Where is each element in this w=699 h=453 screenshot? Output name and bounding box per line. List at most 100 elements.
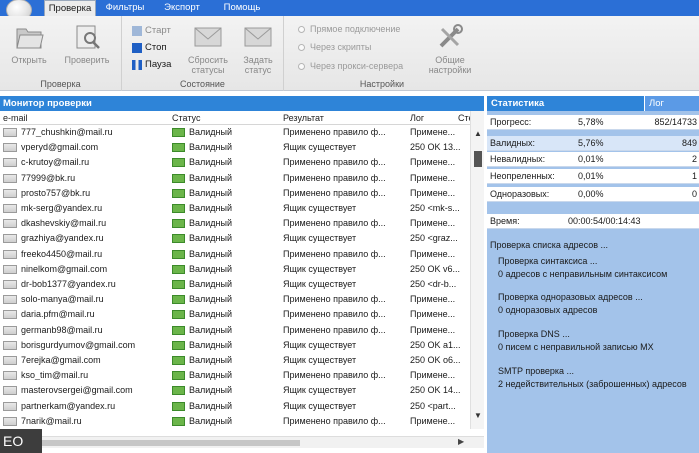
- open-button[interactable]: Открыть: [4, 20, 54, 76]
- stat-value: 0: [691, 189, 697, 199]
- tab-check[interactable]: Проверка: [44, 0, 96, 17]
- table-row[interactable]: kso_tim@mail.ru Валидный Применено правило…: [0, 368, 470, 383]
- cell-status: Валидный: [189, 279, 233, 289]
- mail-icon: [3, 280, 17, 289]
- tab-log[interactable]: Лог: [645, 96, 699, 111]
- valid-status-icon: [172, 249, 185, 259]
- tab-export[interactable]: Экспорт: [153, 0, 211, 16]
- radio-direct-dot: [298, 25, 305, 33]
- cell-email: mk-serg@yandex.ru: [21, 203, 103, 213]
- radio-proxy-dot: [298, 62, 305, 70]
- table-row[interactable]: prosto757@bk.ru Валидный Применено правило…: [0, 186, 470, 201]
- table-row[interactable]: daria.pfm@mail.ru Валидный Применено прави…: [0, 307, 470, 322]
- table-row[interactable]: germanb98@mail.ru Валидный Применено прави…: [0, 323, 470, 338]
- valid-status-icon: [172, 340, 185, 350]
- mail-icon: [3, 264, 17, 274]
- cell-result: Ящик существует: [283, 385, 357, 396]
- cell-result: Ящик существует: [283, 339, 357, 350]
- table-row[interactable]: dr-bob1377@yandex.ru Валидный Ящик существ…: [0, 277, 470, 292]
- scroll-up-icon[interactable]: ▲: [474, 129, 482, 138]
- radio-scripts[interactable]: Через скрипты: [298, 40, 371, 54]
- cell-status: Валидный: [189, 157, 233, 168]
- envelope-icon: [190, 22, 226, 52]
- scroll-thumb[interactable]: [474, 151, 482, 167]
- table-row[interactable]: 7erejka@gmail.com Валидный Ящик существует…: [0, 353, 470, 368]
- table-row[interactable]: solo-manya@mail.ru Валидный Применено прав…: [0, 292, 470, 307]
- start-button[interactable]: Старт: [132, 24, 171, 38]
- check-document-icon: [69, 22, 105, 52]
- table-row[interactable]: freeko4450@mail.ru Валидный Применено прав…: [0, 247, 470, 262]
- pause-icon: [132, 60, 142, 70]
- group-settings-label: Настройки: [359, 79, 405, 89]
- valid-status-icon: [172, 204, 185, 213]
- stop-button[interactable]: Стоп: [132, 41, 167, 55]
- table-row[interactable]: 7narik@mail.ru Валидный Применено правило …: [0, 414, 470, 429]
- pause-button[interactable]: Пауза: [132, 58, 171, 72]
- mail-icon: [3, 188, 17, 198]
- valid-status-icon: [172, 416, 185, 426]
- check-disposable-text: Проверка одноразовых адресов ...: [498, 292, 643, 302]
- tab-statistics[interactable]: Статистика: [487, 96, 644, 111]
- cell-result: Применено правило ф...: [283, 218, 386, 229]
- cell-status: Валидный: [189, 172, 233, 183]
- cell-email: germanb98@mail.ru: [21, 324, 103, 335]
- table-row[interactable]: 777_chushkin@mail.ru Валидный Применено пр…: [0, 125, 470, 140]
- hscroll-thumb[interactable]: [40, 440, 300, 446]
- vertical-scrollbar[interactable]: ▲ ▼: [470, 111, 484, 429]
- column-log[interactable]: Лог: [410, 113, 424, 123]
- set-status-button[interactable]: Задать статус: [236, 20, 280, 76]
- table-row[interactable]: partnerkam@yandex.ru Валидный Ящик существ…: [0, 399, 470, 414]
- cell-log: 250 <graz...: [410, 233, 458, 244]
- stat-percent: 5,78%: [578, 117, 604, 127]
- valid-status-icon: [172, 173, 185, 183]
- check-label: Проверить: [64, 55, 110, 65]
- general-settings-button[interactable]: Общие настройки: [422, 20, 478, 76]
- table-row[interactable]: masterovsergei@gmail.com Валидный Ящик сущ…: [0, 383, 470, 398]
- table-row[interactable]: borisgurdyumov@gmail.com Валидный Ящик сущ…: [0, 338, 470, 353]
- cell-log: Примене...: [410, 324, 456, 335]
- cell-status: Валидный: [189, 203, 233, 213]
- tab-help[interactable]: Помощь: [213, 0, 271, 16]
- envelope-dropdown-icon: [240, 22, 276, 52]
- cell-status: Валидный: [189, 294, 233, 305]
- table-row[interactable]: vperyd@gmail.com Валидный Ящик существует 2…: [0, 140, 470, 155]
- stat-row: Неопреленных: 0,01% 1: [487, 169, 699, 184]
- cell-result: Ящик существует: [283, 142, 357, 153]
- scroll-down-icon[interactable]: ▼: [474, 411, 482, 420]
- reset-status-button[interactable]: Сбросить статусы: [184, 20, 232, 76]
- table-row[interactable]: dkashevskiy@mail.ru Валидный Применено пра…: [0, 216, 470, 231]
- tab-filters[interactable]: Фильтры: [98, 0, 152, 16]
- cell-log: 250 OK a1...: [410, 339, 461, 350]
- table-row[interactable]: mk-serg@yandex.ru Валидный Ящик существует…: [0, 201, 470, 216]
- horizontal-scrollbar[interactable]: ◀ ▶: [0, 436, 484, 448]
- mail-icon: [3, 325, 17, 335]
- column-result[interactable]: Результат: [283, 113, 324, 123]
- play-icon: [132, 26, 142, 36]
- cell-log: Примене...: [410, 294, 456, 305]
- column-email[interactable]: e-mail: [3, 113, 28, 123]
- cell-result: Применено правило ф...: [283, 324, 386, 335]
- check-syntax-text: Проверка синтаксиса ...: [498, 256, 598, 266]
- app-menu-button[interactable]: [0, 0, 38, 21]
- cell-log: 250 OK o6...: [410, 355, 461, 365]
- cell-result: Ящик существует: [283, 279, 357, 289]
- cell-log: Примене...: [410, 309, 456, 320]
- valid-status-icon: [172, 158, 185, 168]
- cell-status: Валидный: [189, 339, 233, 350]
- radio-proxy[interactable]: Через прокси-сервера: [298, 59, 403, 73]
- table-row[interactable]: 77999@bk.ru Валидный Применено правило ф..…: [0, 171, 470, 186]
- column-status[interactable]: Статус: [172, 113, 200, 123]
- radio-direct[interactable]: Прямое подключение: [298, 22, 400, 36]
- check-button[interactable]: Проверить: [62, 20, 112, 76]
- cell-log: 250 OK 14...: [410, 385, 461, 396]
- table-row[interactable]: ninelkom@gmail.com Валидный Ящик существуе…: [0, 262, 470, 277]
- radio-scripts-dot: [298, 43, 305, 51]
- scroll-right-icon[interactable]: ▶: [458, 437, 464, 446]
- table-row[interactable]: grazhiya@yandex.ru Валидный Ящик существуе…: [0, 231, 470, 246]
- valid-status-icon: [172, 356, 185, 365]
- table-row[interactable]: c-krutoy@mail.ru Валидный Применено правил…: [0, 155, 470, 170]
- stat-label: Одноразовых:: [490, 189, 550, 199]
- cell-result: Применено правило ф...: [283, 127, 386, 137]
- stat-row: Прогресс: 5,78% 852/14733: [487, 115, 699, 130]
- cell-email: dkashevskiy@mail.ru: [21, 218, 107, 229]
